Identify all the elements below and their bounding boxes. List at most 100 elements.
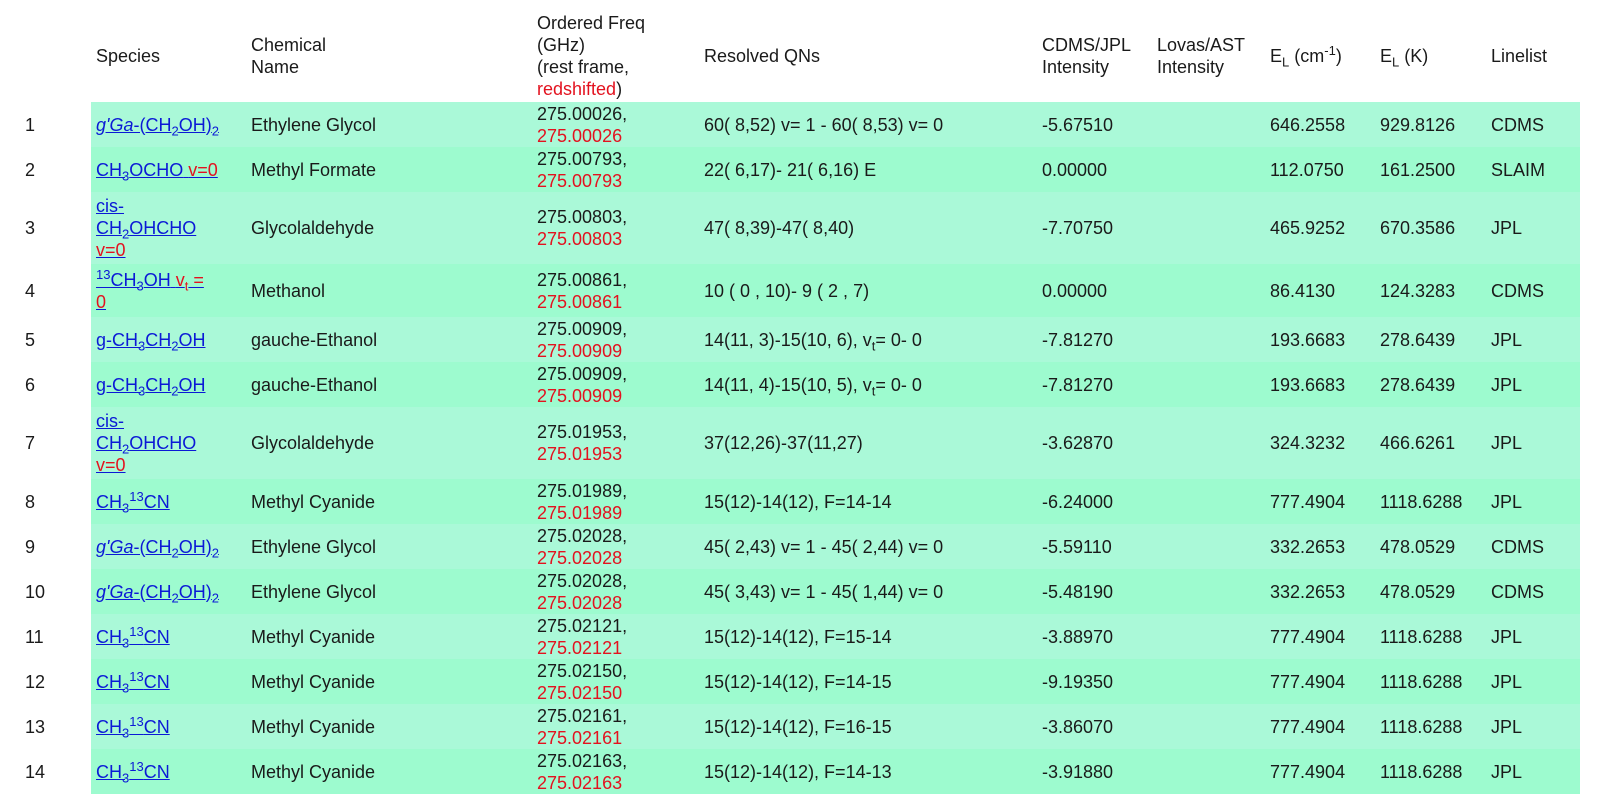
lovas-intensity-cell bbox=[1152, 362, 1265, 407]
species-link[interactable]: CH313CN bbox=[96, 760, 170, 785]
el-k-cell: 478.0529 bbox=[1375, 524, 1486, 569]
lovas-intensity-cell bbox=[1152, 192, 1265, 264]
lovas-intensity-cell bbox=[1152, 659, 1265, 704]
linelist-cell: JPL bbox=[1486, 614, 1580, 659]
resolved-qns-cell: 15(12)-14(12), F=14-14 bbox=[699, 479, 1037, 524]
species-link[interactable]: CH3OCHO v=0 bbox=[96, 160, 218, 183]
chemical-name-cell: Glycolaldehyde bbox=[246, 407, 532, 479]
el-k-cell: 278.6439 bbox=[1375, 317, 1486, 362]
cdms-intensity-cell: -5.59110 bbox=[1037, 524, 1152, 569]
el-k-cell: 670.3586 bbox=[1375, 192, 1486, 264]
cdms-intensity-cell: -3.88970 bbox=[1037, 614, 1152, 659]
header-row: Species Chemical Name Ordered Freq (GHz) (r… bbox=[20, 10, 1580, 102]
species-link[interactable]: g-CH3CH2OH bbox=[96, 375, 205, 398]
species-link[interactable]: g'Ga-(CH2OH)2 bbox=[96, 115, 219, 138]
chemical-name-cell: Methyl Formate bbox=[246, 147, 532, 192]
linelist-cell: CDMS bbox=[1486, 569, 1580, 614]
el-cm-cell: 86.4130 bbox=[1265, 264, 1375, 317]
table-row: 4 13CH3OH vt = 0 Methanol 275.00861, 275.0086… bbox=[20, 264, 1580, 317]
chemical-name-cell: Methyl Cyanide bbox=[246, 659, 532, 704]
header-el-k: EL (K) bbox=[1380, 46, 1429, 70]
lovas-intensity-cell bbox=[1152, 569, 1265, 614]
cdms-intensity-cell: 0.00000 bbox=[1037, 147, 1152, 192]
frequency-cell: 275.02121, 275.02121 bbox=[532, 614, 699, 659]
row-index: 13 bbox=[20, 704, 91, 749]
el-k-cell: 124.3283 bbox=[1375, 264, 1486, 317]
frequency-cell: 275.00803, 275.00803 bbox=[532, 192, 699, 264]
table-row: 8 CH313CN Methyl Cyanide 275.01989, 275.0198… bbox=[20, 479, 1580, 524]
resolved-qns-cell: 15(12)-14(12), F=14-13 bbox=[699, 749, 1037, 794]
el-k-cell: 929.8126 bbox=[1375, 102, 1486, 147]
linelist-cell: JPL bbox=[1486, 192, 1580, 264]
species-link[interactable]: g'Ga-(CH2OH)2 bbox=[96, 582, 219, 605]
chemical-name-cell: Ethylene Glycol bbox=[246, 102, 532, 147]
linelist-cell: JPL bbox=[1486, 479, 1580, 524]
resolved-qns-cell: 47( 8,39)-47( 8,40) bbox=[699, 192, 1037, 264]
species-cell: CH313CN bbox=[91, 704, 246, 749]
header-chemical-name: Chemical Name bbox=[251, 35, 327, 77]
frequency-cell: 275.02161, 275.02161 bbox=[532, 704, 699, 749]
lovas-intensity-cell bbox=[1152, 317, 1265, 362]
species-link[interactable]: cis- CH2OHCHO v=0 bbox=[96, 196, 196, 260]
frequency-cell: 275.00026, 275.00026 bbox=[532, 102, 699, 147]
cdms-intensity-cell: 0.00000 bbox=[1037, 264, 1152, 317]
linelist-cell: CDMS bbox=[1486, 102, 1580, 147]
header-ordered-freq: Ordered Freq (GHz) (rest frame, redshifted) bbox=[537, 13, 646, 99]
row-index: 5 bbox=[20, 317, 91, 362]
el-cm-cell: 465.9252 bbox=[1265, 192, 1375, 264]
frequency-cell: 275.02163, 275.02163 bbox=[532, 749, 699, 794]
chemical-name-cell: Methyl Cyanide bbox=[246, 614, 532, 659]
table-row: 2 CH3OCHO v=0 Methyl Formate 275.00793, 275.… bbox=[20, 147, 1580, 192]
el-k-cell: 1118.6288 bbox=[1375, 614, 1486, 659]
row-index: 7 bbox=[20, 407, 91, 479]
species-link[interactable]: g'Ga-(CH2OH)2 bbox=[96, 537, 219, 560]
el-cm-cell: 193.6683 bbox=[1265, 317, 1375, 362]
resolved-qns-cell: 37(12,26)-37(11,27) bbox=[699, 407, 1037, 479]
species-link[interactable]: cis- CH2OHCHO v=0 bbox=[96, 411, 196, 475]
lovas-intensity-cell bbox=[1152, 614, 1265, 659]
species-cell: CH3OCHO v=0 bbox=[91, 147, 246, 192]
chemical-name-cell: Ethylene Glycol bbox=[246, 569, 532, 614]
resolved-qns-cell: 22( 6,17)- 21( 6,16) E bbox=[699, 147, 1037, 192]
resolved-qns-cell: 14(11, 3)-15(10, 6), vt= 0- 0 bbox=[699, 317, 1037, 362]
chemical-name-cell: Methanol bbox=[246, 264, 532, 317]
linelist-cell: CDMS bbox=[1486, 264, 1580, 317]
linelist-cell: JPL bbox=[1486, 749, 1580, 794]
frequency-cell: 275.02150, 275.02150 bbox=[532, 659, 699, 704]
header-cdms-jpl-intensity: CDMS/JPL Intensity bbox=[1042, 35, 1132, 77]
lovas-intensity-cell bbox=[1152, 102, 1265, 147]
species-link[interactable]: g-CH3CH2OH bbox=[96, 330, 205, 353]
el-cm-cell: 777.4904 bbox=[1265, 659, 1375, 704]
el-cm-cell: 777.4904 bbox=[1265, 614, 1375, 659]
el-cm-cell: 777.4904 bbox=[1265, 749, 1375, 794]
table-row: 5 g-CH3CH2OH gauche-Ethanol 275.00909, 275.0… bbox=[20, 317, 1580, 362]
line-table: Species Chemical Name Ordered Freq (GHz) (r… bbox=[20, 10, 1580, 794]
header-el-cm: EL (cm-1) bbox=[1270, 43, 1342, 70]
species-link[interactable]: CH313CN bbox=[96, 490, 170, 515]
frequency-cell: 275.02028, 275.02028 bbox=[532, 569, 699, 614]
species-cell: g'Ga-(CH2OH)2 bbox=[91, 569, 246, 614]
resolved-qns-cell: 60( 8,52) v= 1 - 60( 8,53) v= 0 bbox=[699, 102, 1037, 147]
table-row: 1 g'Ga-(CH2OH)2 Ethylene Glycol 275.00026, 2… bbox=[20, 102, 1580, 147]
el-cm-cell: 324.3232 bbox=[1265, 407, 1375, 479]
species-link[interactable]: 13CH3OH vt = 0 bbox=[96, 268, 204, 312]
row-index: 2 bbox=[20, 147, 91, 192]
species-link[interactable]: CH313CN bbox=[96, 625, 170, 650]
resolved-qns-cell: 15(12)-14(12), F=16-15 bbox=[699, 704, 1037, 749]
cdms-intensity-cell: -5.67510 bbox=[1037, 102, 1152, 147]
frequency-cell: 275.01953, 275.01953 bbox=[532, 407, 699, 479]
cdms-intensity-cell: -3.62870 bbox=[1037, 407, 1152, 479]
chemical-name-cell: Glycolaldehyde bbox=[246, 192, 532, 264]
lovas-intensity-cell bbox=[1152, 264, 1265, 317]
species-link[interactable]: CH313CN bbox=[96, 715, 170, 740]
cdms-intensity-cell: -5.48190 bbox=[1037, 569, 1152, 614]
species-cell: CH313CN bbox=[91, 479, 246, 524]
frequency-cell: 275.00861, 275.00861 bbox=[532, 264, 699, 317]
linelist-cell: JPL bbox=[1486, 317, 1580, 362]
frequency-cell: 275.01989, 275.01989 bbox=[532, 479, 699, 524]
el-k-cell: 278.6439 bbox=[1375, 362, 1486, 407]
header-linelist: Linelist bbox=[1491, 46, 1548, 66]
species-link[interactable]: CH313CN bbox=[96, 670, 170, 695]
species-cell: g'Ga-(CH2OH)2 bbox=[91, 524, 246, 569]
row-index: 6 bbox=[20, 362, 91, 407]
